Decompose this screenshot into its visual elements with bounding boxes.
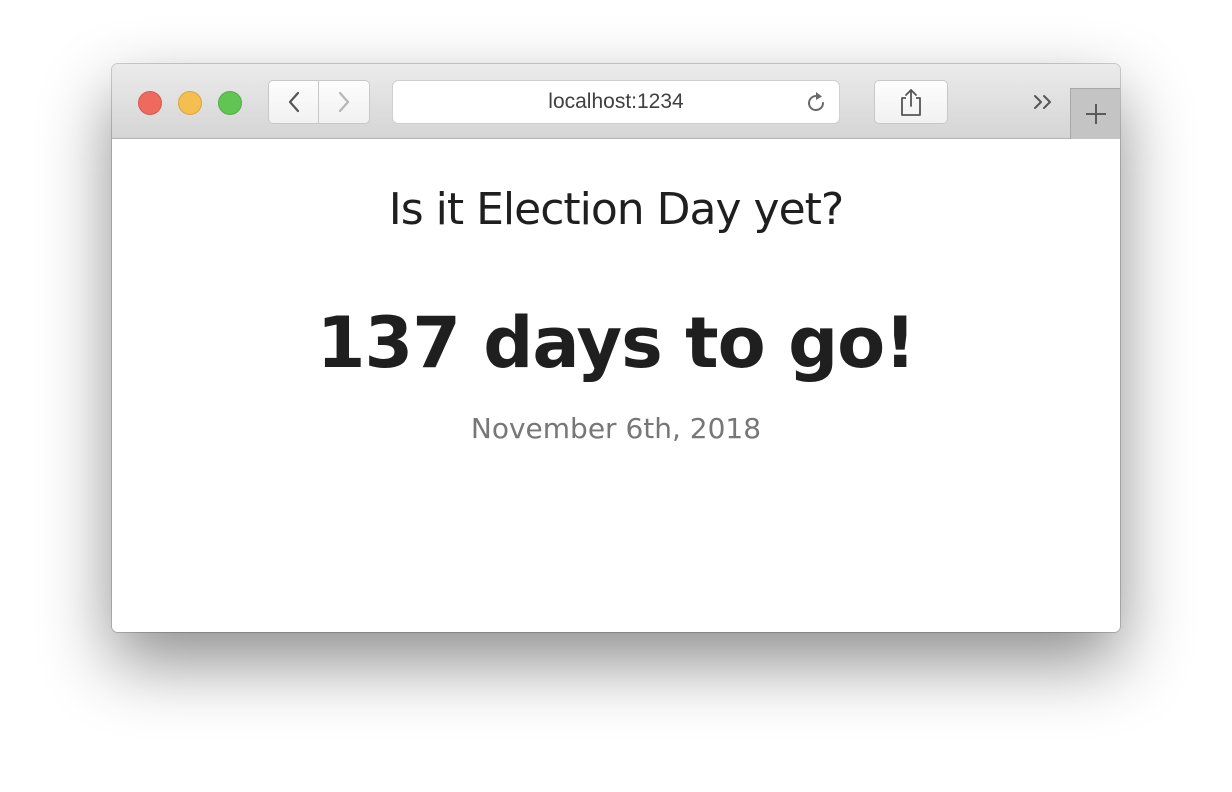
browser-window: localhost:1234 Is it Election Day yet? 1…: [112, 64, 1120, 632]
reload-icon[interactable]: [803, 90, 829, 116]
election-date: November 6th, 2018: [470, 412, 762, 445]
maximize-window-button[interactable]: [218, 91, 242, 115]
url-text[interactable]: localhost:1234: [393, 81, 839, 123]
close-window-button[interactable]: [138, 91, 162, 115]
toolbar-overflow-button[interactable]: [1030, 90, 1058, 114]
page-content: Is it Election Day yet? 137 days to go! …: [112, 140, 1120, 632]
address-bar[interactable]: localhost:1234: [392, 80, 840, 124]
browser-toolbar: localhost:1234: [112, 64, 1120, 139]
plus-icon: [1085, 104, 1106, 124]
share-button[interactable]: [874, 80, 948, 124]
chevron-right-icon: [338, 91, 350, 113]
countdown-text: 137 days to go!: [316, 302, 916, 384]
minimize-window-button[interactable]: [178, 91, 202, 115]
chevron-left-icon: [288, 91, 299, 113]
forward-button[interactable]: [319, 80, 370, 124]
navigation-buttons: [268, 80, 370, 124]
back-button[interactable]: [268, 80, 319, 124]
double-chevron-right-icon: [1034, 95, 1051, 109]
share-icon: [901, 89, 921, 116]
page-question: Is it Election Day yet?: [388, 184, 845, 235]
new-tab-button[interactable]: [1070, 88, 1120, 139]
